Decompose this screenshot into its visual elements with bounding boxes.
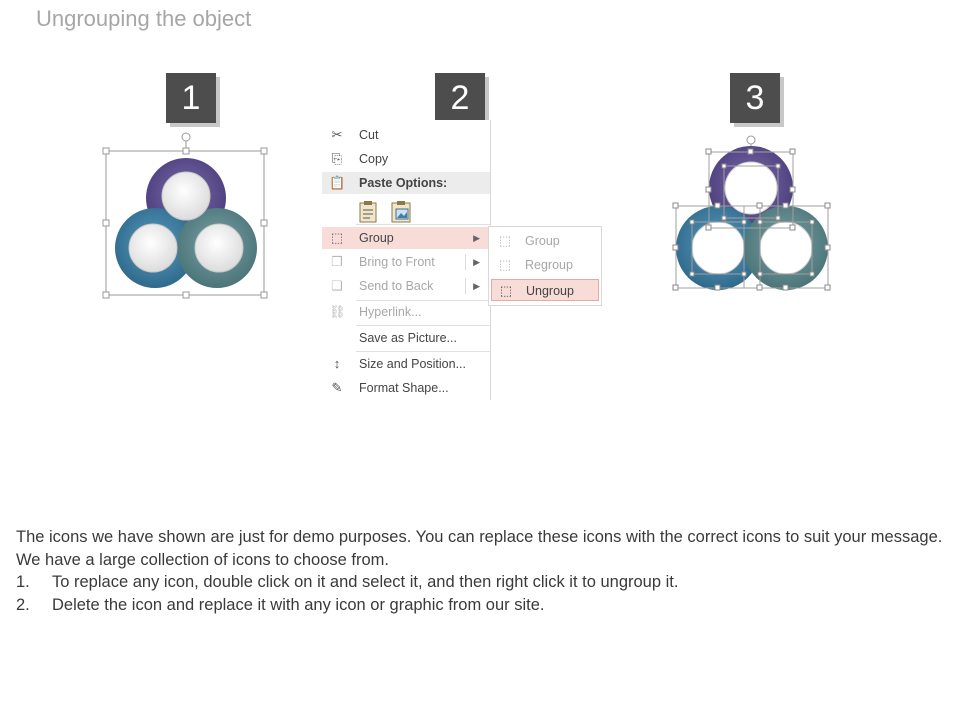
submenu-item-ungroup[interactable]: ⬚ Ungroup <box>491 279 599 301</box>
paste-options-header: 📋 Paste Options: <box>322 172 490 194</box>
group-icon: ⬚ <box>330 230 344 245</box>
hyperlink-icon: ⛓ <box>329 304 346 319</box>
instructions-text: The icons we have shown are just for dem… <box>16 526 946 616</box>
intro-paragraph: The icons we have shown are just for dem… <box>16 528 943 569</box>
menu-item-label: Bring to Front <box>359 255 435 269</box>
page-title: Ungrouping the object <box>36 6 252 31</box>
instruction-item-1: 1. To replace any icon, double click on i… <box>16 571 946 594</box>
ungroup-icon: ⬚ <box>499 283 513 298</box>
group-icon: ⬚ <box>498 233 512 248</box>
submenu-item-group[interactable]: ⬚ Group <box>491 230 599 252</box>
list-number: 1. <box>16 573 30 591</box>
paste-option-icons <box>358 200 418 224</box>
step-badge-3: 3 <box>730 73 780 123</box>
menu-item-label: Cut <box>359 128 379 142</box>
submenu-item-label: Ungroup <box>526 284 574 298</box>
menu-item-label: Size and Position... <box>359 357 467 371</box>
send-to-back-icon: ❏ <box>331 278 343 293</box>
menu-item-group[interactable]: ⬚ Group ▶ <box>322 227 490 249</box>
copy-icon: ⎘ <box>331 151 343 166</box>
menu-item-hyperlink[interactable]: ⛓ Hyperlink... <box>322 301 490 323</box>
submenu-item-label: Regroup <box>525 258 573 272</box>
menu-item-size-and-position[interactable]: ↕ Size and Position... <box>322 353 490 375</box>
clipboard-icon: 📋 <box>329 175 346 190</box>
menu-item-label: Copy <box>359 152 389 166</box>
paste-keep-formatting-icon[interactable] <box>359 201 377 223</box>
list-number: 2. <box>16 595 30 614</box>
menu-item-label: Send to Back <box>359 279 434 293</box>
menu-item-copy[interactable]: ⎘ Copy <box>322 148 490 170</box>
menu-item-label: Group <box>359 231 394 245</box>
menu-item-send-to-back[interactable]: ❏ Send to Back ▶ <box>322 275 490 297</box>
format-shape-icon: ✎ <box>331 380 343 395</box>
bring-to-front-icon: ❐ <box>331 254 343 269</box>
submenu-arrow-icon: ▶ <box>473 257 480 267</box>
step-badge-1: 1 <box>166 73 216 123</box>
instruction-item-2: 2. Delete the icon and replace it with an… <box>16 594 946 617</box>
list-text: Delete the icon and replace it with any … <box>52 595 545 614</box>
menu-item-cut[interactable]: ✂ Cut <box>322 124 490 146</box>
ungrouped-rings-graphic[interactable] <box>670 130 835 300</box>
ungrouped-object-panel[interactable] <box>670 130 835 300</box>
submenu-item-label: Group <box>525 234 560 248</box>
menu-item-label: Format Shape... <box>359 381 449 395</box>
submenu-arrow-icon: ▶ <box>473 281 480 291</box>
scissors-icon: ✂ <box>331 127 343 142</box>
group-submenu: ⬚ Group ⬚ Regroup ⬚ Ungroup <box>488 226 602 306</box>
grouped-rings-graphic[interactable] <box>100 128 275 303</box>
size-position-icon: ↕ <box>333 356 341 371</box>
menu-item-label: Hyperlink... <box>359 305 422 319</box>
menu-item-save-as-picture[interactable]: Save as Picture... <box>322 327 490 349</box>
menu-item-label: Paste Options: <box>359 176 448 190</box>
regroup-icon: ⬚ <box>498 257 512 272</box>
submenu-arrow-icon: ▶ <box>473 233 480 243</box>
submenu-item-regroup[interactable]: ⬚ Regroup <box>491 254 599 276</box>
list-text: To replace any icon, double click on it … <box>52 573 679 591</box>
step-badge-2: 2 <box>435 73 485 123</box>
menu-item-bring-to-front[interactable]: ❐ Bring to Front ▶ <box>322 251 490 273</box>
context-menu: ✂ Cut ⎘ Copy 📋 Paste Options: ⬚ Group ▶ … <box>322 120 491 400</box>
paste-picture-icon[interactable] <box>391 201 411 223</box>
menu-item-format-shape[interactable]: ✎ Format Shape... <box>322 377 490 399</box>
menu-item-label: Save as Picture... <box>359 331 457 345</box>
grouped-object-panel[interactable] <box>100 128 275 303</box>
